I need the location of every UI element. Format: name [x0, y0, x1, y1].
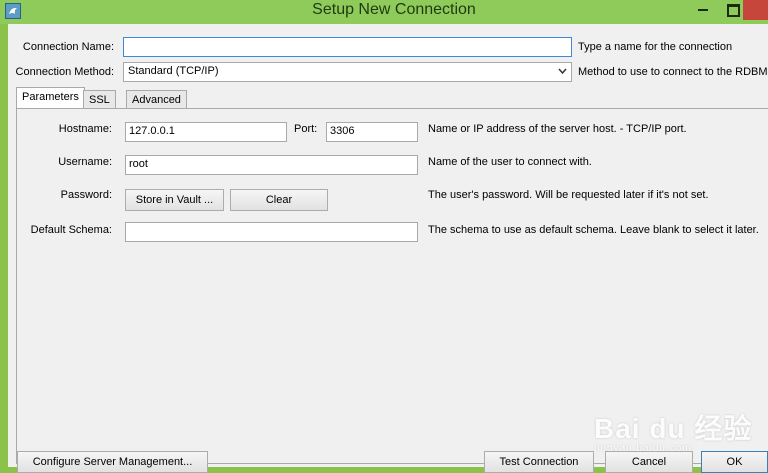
tab-parameters[interactable]: Parameters — [16, 87, 85, 108]
configure-server-management-button[interactable]: Configure Server Management... — [17, 451, 208, 473]
connection-method-hint: Method to use to connect to the RDBMS — [578, 66, 768, 78]
username-hint: Name of the user to connect with. — [428, 156, 592, 168]
username-label: Username: — [58, 156, 112, 168]
port-label: Port: — [294, 123, 318, 135]
tab-ssl[interactable]: SSL — [83, 90, 116, 109]
username-input[interactable]: root — [125, 155, 418, 175]
hostname-input[interactable]: 127.0.0.1 — [125, 122, 287, 142]
tab-strip: Parameters SSL Advanced — [16, 87, 216, 109]
connection-name-label: Connection Name: — [22, 41, 114, 53]
connection-method-select[interactable]: Standard (TCP/IP) — [123, 62, 572, 82]
connection-method-value: Standard (TCP/IP) — [128, 65, 219, 77]
connection-method-label: Connection Method: — [15, 66, 114, 78]
port-input[interactable]: 3306 — [326, 122, 418, 142]
default-schema-input[interactable] — [125, 222, 418, 242]
tab-advanced[interactable]: Advanced — [126, 90, 187, 109]
window-title: Setup New Connection — [312, 1, 476, 18]
default-schema-label: Default Schema: — [30, 224, 112, 236]
cancel-button[interactable]: Cancel — [605, 451, 693, 473]
ok-button[interactable]: OK — [701, 451, 768, 473]
chevron-down-icon — [558, 68, 567, 75]
password-label: Password: — [60, 189, 112, 201]
store-in-vault-button[interactable]: Store in Vault ... — [125, 189, 224, 211]
clear-password-button[interactable]: Clear — [230, 189, 328, 211]
test-connection-button[interactable]: Test Connection — [484, 451, 594, 473]
dialog-body: Connection Name: Type a name for the con… — [8, 24, 768, 473]
minimize-icon — [698, 9, 708, 11]
watermark-brand: Bai du 经验 — [594, 413, 753, 444]
title-bar[interactable]: Setup New Connection — [0, 0, 768, 24]
maximize-icon — [727, 4, 740, 17]
default-schema-hint: The schema to use as default schema. Lea… — [428, 224, 759, 236]
connection-name-hint: Type a name for the connection — [578, 41, 733, 53]
hostname-label: Hostname: — [58, 123, 112, 135]
password-hint: The user's password. Will be requested l… — [428, 189, 709, 201]
hostname-hint: Name or IP address of the server host. -… — [428, 123, 687, 135]
baidu-watermark: Bai du 经验 jingyan.baidu.com — [594, 407, 752, 454]
connection-name-input[interactable] — [123, 37, 572, 57]
close-button[interactable] — [743, 0, 768, 20]
minimize-button[interactable] — [688, 0, 718, 20]
